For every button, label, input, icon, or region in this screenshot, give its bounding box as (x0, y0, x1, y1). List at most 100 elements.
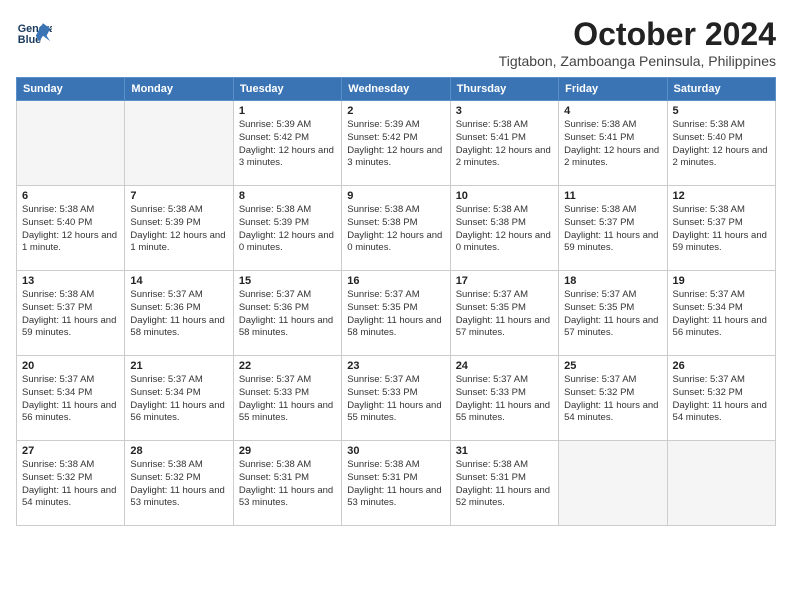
day-info: Sunrise: 5:38 AM Sunset: 5:38 PM Dayligh… (347, 204, 444, 255)
calendar-cell: 17 Sunrise: 5:37 AM Sunset: 5:35 PM Dayli… (450, 271, 558, 356)
day-number: 6 (22, 190, 119, 202)
calendar-cell: 12 Sunrise: 5:38 AM Sunset: 5:37 PM Dayli… (667, 186, 775, 271)
day-info: Sunrise: 5:37 AM Sunset: 5:33 PM Dayligh… (239, 374, 336, 425)
calendar-cell: 4 Sunrise: 5:38 AM Sunset: 5:41 PM Daylig… (559, 101, 667, 186)
calendar-cell: 15Sunrise: 5:37 AM Sunset: 5:36 PM Dayli… (233, 271, 341, 356)
day-info: Sunrise: 5:37 AM Sunset: 5:35 PM Dayligh… (456, 289, 553, 340)
day-info: Sunrise: 5:39 AM Sunset: 5:42 PM Dayligh… (239, 119, 336, 170)
day-header-tuesday: Tuesday (233, 78, 341, 101)
week-row-4: 20 Sunrise: 5:37 AM Sunset: 5:34 PM Dayli… (17, 356, 776, 441)
day-info: Sunrise: 5:37 AM Sunset: 5:34 PM Dayligh… (673, 289, 770, 340)
day-info: Sunrise: 5:38 AM Sunset: 5:41 PM Dayligh… (564, 119, 661, 170)
day-header-wednesday: Wednesday (342, 78, 450, 101)
calendar-table: SundayMondayTuesdayWednesdayThursdayFrid… (16, 77, 776, 526)
day-header-friday: Friday (559, 78, 667, 101)
day-number: 1 (239, 105, 336, 117)
day-number: 25 (564, 360, 661, 372)
location-subtitle: Tigtabon, Zamboanga Peninsula, Philippin… (499, 53, 776, 69)
day-header-sunday: Sunday (17, 78, 125, 101)
day-info: Sunrise: 5:37 AM Sunset: 5:35 PM Dayligh… (347, 289, 444, 340)
day-info: Sunrise: 5:38 AM Sunset: 5:37 PM Dayligh… (673, 204, 770, 255)
calendar-cell: 22 Sunrise: 5:37 AM Sunset: 5:33 PM Dayli… (233, 356, 341, 441)
day-info: Sunrise: 5:37 AM Sunset: 5:32 PM Dayligh… (673, 374, 770, 425)
day-info: Sunrise: 5:38 AM Sunset: 5:40 PM Dayligh… (22, 204, 119, 255)
title-block: October 2024 Tigtabon, Zamboanga Peninsu… (499, 16, 776, 69)
day-info: Sunrise: 5:37 AM Sunset: 5:35 PM Dayligh… (564, 289, 661, 340)
day-info: Sunrise: 5:38 AM Sunset: 5:32 PM Dayligh… (130, 459, 227, 510)
day-info: Sunrise: 5:38 AM Sunset: 5:39 PM Dayligh… (239, 204, 336, 255)
calendar-header-row: SundayMondayTuesdayWednesdayThursdayFrid… (17, 78, 776, 101)
day-number: 19 (673, 275, 770, 287)
day-info: Sunrise: 5:38 AM Sunset: 5:37 PM Dayligh… (564, 204, 661, 255)
calendar-cell: 28 Sunrise: 5:38 AM Sunset: 5:32 PM Dayli… (125, 441, 233, 526)
calendar-cell: 29 Sunrise: 5:38 AM Sunset: 5:31 PM Dayli… (233, 441, 341, 526)
day-number: 5 (673, 105, 770, 117)
day-number: 11 (564, 190, 661, 202)
day-info: Sunrise: 5:38 AM Sunset: 5:37 PM Dayligh… (22, 289, 119, 340)
day-info: Sunrise: 5:37 AM Sunset: 5:33 PM Dayligh… (347, 374, 444, 425)
day-number: 7 (130, 190, 227, 202)
day-number: 14 (130, 275, 227, 287)
calendar-cell: 6 Sunrise: 5:38 AM Sunset: 5:40 PM Daylig… (17, 186, 125, 271)
calendar-cell: 2Sunrise: 5:39 AM Sunset: 5:42 PM Daylig… (342, 101, 450, 186)
day-header-saturday: Saturday (667, 78, 775, 101)
page-header: General Blue General Blue October 2024 T… (16, 16, 776, 69)
day-info: Sunrise: 5:38 AM Sunset: 5:31 PM Dayligh… (347, 459, 444, 510)
day-info: Sunrise: 5:37 AM Sunset: 5:32 PM Dayligh… (564, 374, 661, 425)
calendar-cell: 19 Sunrise: 5:37 AM Sunset: 5:34 PM Dayli… (667, 271, 775, 356)
day-header-monday: Monday (125, 78, 233, 101)
calendar-cell: 13 Sunrise: 5:38 AM Sunset: 5:37 PM Dayli… (17, 271, 125, 356)
calendar-cell: 31 Sunrise: 5:38 AM Sunset: 5:31 PM Dayli… (450, 441, 558, 526)
day-number: 21 (130, 360, 227, 372)
day-number: 13 (22, 275, 119, 287)
day-number: 29 (239, 445, 336, 457)
day-number: 24 (456, 360, 553, 372)
day-number: 31 (456, 445, 553, 457)
calendar-cell: 20 Sunrise: 5:37 AM Sunset: 5:34 PM Dayli… (17, 356, 125, 441)
calendar-cell: 24 Sunrise: 5:37 AM Sunset: 5:33 PM Dayli… (450, 356, 558, 441)
day-info: Sunrise: 5:38 AM Sunset: 5:31 PM Dayligh… (239, 459, 336, 510)
calendar-cell (667, 441, 775, 526)
logo-icon: General Blue (16, 16, 52, 52)
day-info: Sunrise: 5:37 AM Sunset: 5:36 PM Dayligh… (130, 289, 227, 340)
day-number: 27 (22, 445, 119, 457)
day-info: Sunrise: 5:37 AM Sunset: 5:34 PM Dayligh… (22, 374, 119, 425)
day-info: Sunrise: 5:38 AM Sunset: 5:40 PM Dayligh… (673, 119, 770, 170)
calendar-cell: 30Sunrise: 5:38 AM Sunset: 5:31 PM Dayli… (342, 441, 450, 526)
day-info: Sunrise: 5:38 AM Sunset: 5:31 PM Dayligh… (456, 459, 553, 510)
day-number: 15 (239, 275, 336, 287)
day-info: Sunrise: 5:37 AM Sunset: 5:34 PM Dayligh… (130, 374, 227, 425)
calendar-cell: 26 Sunrise: 5:37 AM Sunset: 5:32 PM Dayli… (667, 356, 775, 441)
week-row-5: 27 Sunrise: 5:38 AM Sunset: 5:32 PM Dayli… (17, 441, 776, 526)
calendar-cell (125, 101, 233, 186)
day-number: 28 (130, 445, 227, 457)
week-row-1: 1 Sunrise: 5:39 AM Sunset: 5:42 PM Daylig… (17, 101, 776, 186)
calendar-cell: 27Sunrise: 5:38 AM Sunset: 5:32 PM Dayli… (17, 441, 125, 526)
day-number: 22 (239, 360, 336, 372)
calendar-cell: 9Sunrise: 5:38 AM Sunset: 5:38 PM Daylig… (342, 186, 450, 271)
calendar-cell: 16Sunrise: 5:37 AM Sunset: 5:35 PM Dayli… (342, 271, 450, 356)
day-number: 20 (22, 360, 119, 372)
day-number: 18 (564, 275, 661, 287)
calendar-cell: 18 Sunrise: 5:37 AM Sunset: 5:35 PM Dayli… (559, 271, 667, 356)
day-info: Sunrise: 5:37 AM Sunset: 5:33 PM Dayligh… (456, 374, 553, 425)
day-number: 10 (456, 190, 553, 202)
calendar-cell: 25 Sunrise: 5:37 AM Sunset: 5:32 PM Dayli… (559, 356, 667, 441)
logo: General Blue General Blue (16, 16, 52, 52)
day-number: 17 (456, 275, 553, 287)
day-number: 3 (456, 105, 553, 117)
calendar-cell (559, 441, 667, 526)
day-number: 4 (564, 105, 661, 117)
day-number: 8 (239, 190, 336, 202)
day-info: Sunrise: 5:38 AM Sunset: 5:39 PM Dayligh… (130, 204, 227, 255)
calendar-cell: 1 Sunrise: 5:39 AM Sunset: 5:42 PM Daylig… (233, 101, 341, 186)
calendar-cell (17, 101, 125, 186)
calendar-cell: 21 Sunrise: 5:37 AM Sunset: 5:34 PM Dayli… (125, 356, 233, 441)
day-info: Sunrise: 5:38 AM Sunset: 5:38 PM Dayligh… (456, 204, 553, 255)
day-number: 26 (673, 360, 770, 372)
calendar-cell: 5 Sunrise: 5:38 AM Sunset: 5:40 PM Daylig… (667, 101, 775, 186)
day-info: Sunrise: 5:39 AM Sunset: 5:42 PM Dayligh… (347, 119, 444, 170)
calendar-cell: 3Sunrise: 5:38 AM Sunset: 5:41 PM Daylig… (450, 101, 558, 186)
day-number: 12 (673, 190, 770, 202)
week-row-2: 6 Sunrise: 5:38 AM Sunset: 5:40 PM Daylig… (17, 186, 776, 271)
